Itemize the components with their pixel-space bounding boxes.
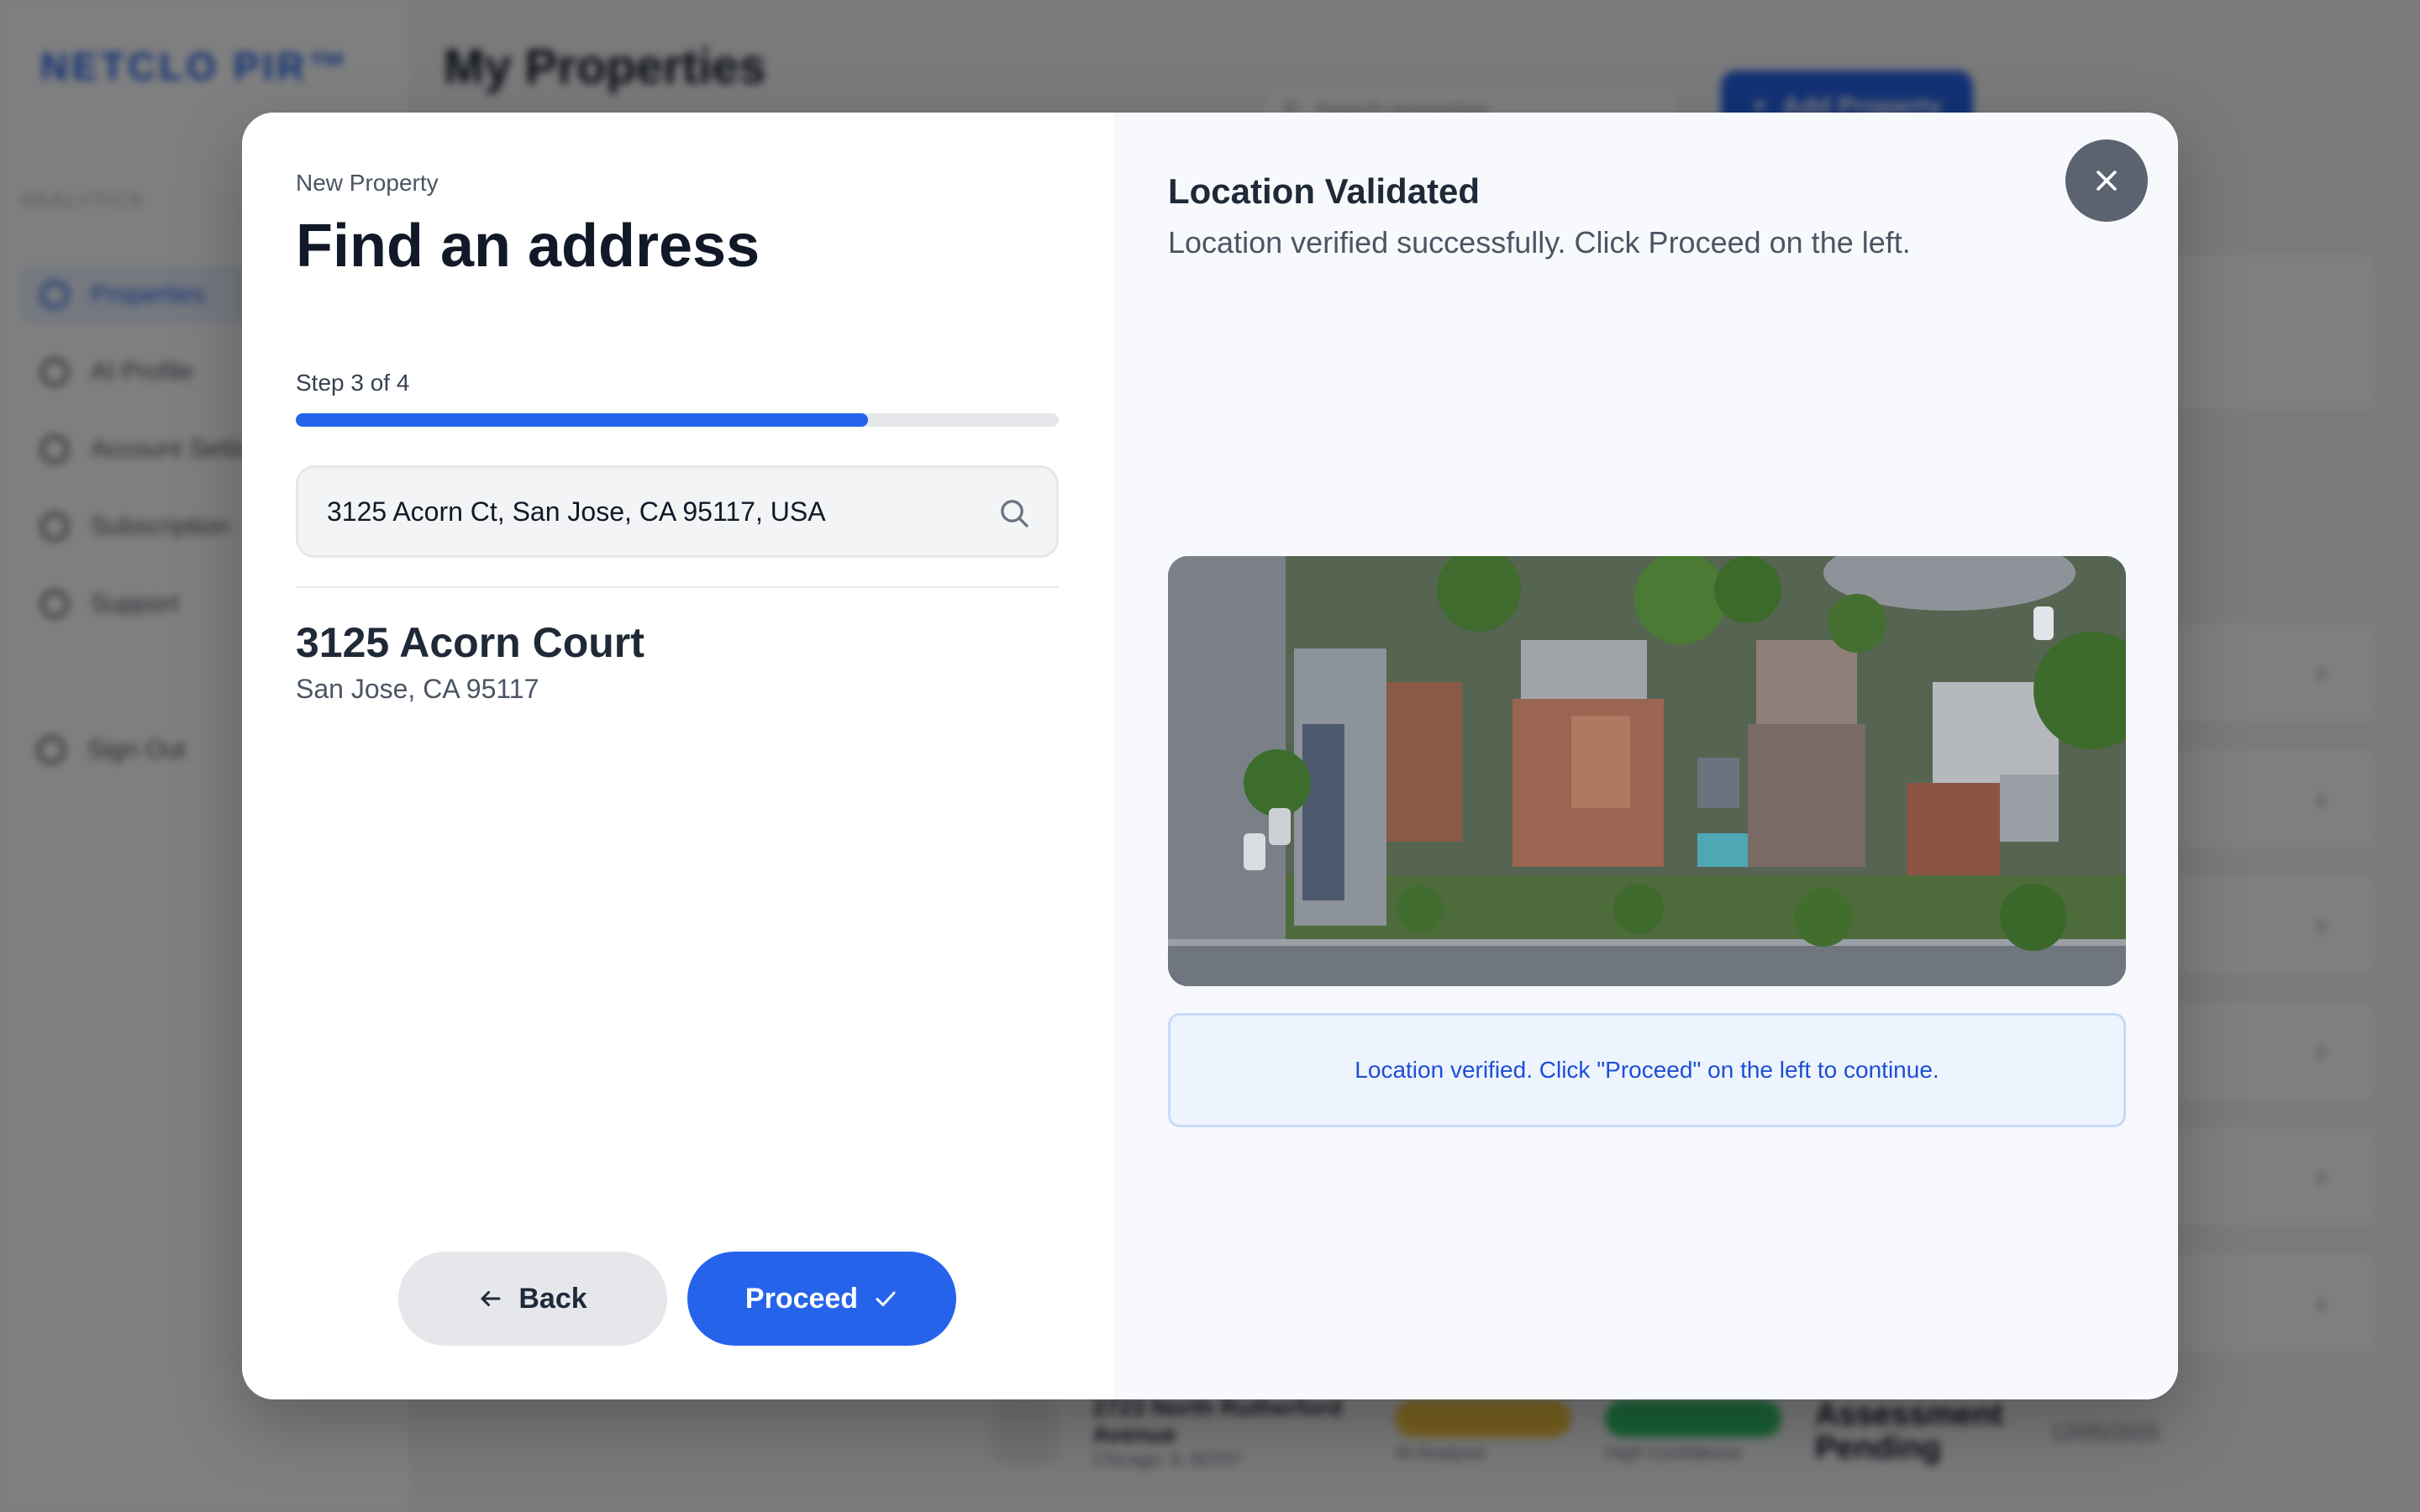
close-icon	[2096, 171, 2117, 191]
selected-address-title[interactable]: 3125 Acorn Court	[296, 618, 644, 667]
address-input[interactable]	[298, 468, 1056, 555]
progress-bar	[296, 413, 1059, 427]
alert-text: Location verified. Click "Proceed" on th…	[1355, 1057, 1939, 1083]
divider	[296, 586, 1059, 588]
address-pane: New Property Find an address Step 3 of 4…	[242, 113, 1114, 1399]
proceed-button[interactable]: Proceed	[687, 1252, 956, 1346]
step-indicator: Step 3 of 4	[296, 370, 410, 396]
back-button-label: Back	[518, 1282, 587, 1315]
close-button[interactable]	[2065, 139, 2148, 222]
search-icon[interactable]	[997, 496, 1031, 530]
location-verified-alert: Location verified. Click "Proceed" on th…	[1168, 1013, 2126, 1127]
modal-eyebrow: New Property	[296, 170, 439, 196]
back-button[interactable]: Back	[398, 1252, 667, 1346]
progress-fill	[296, 413, 868, 427]
arrow-left-icon	[481, 1291, 501, 1306]
address-search-field	[296, 465, 1059, 558]
location-subtitle: Location verified successfully. Click Pr…	[1168, 225, 1911, 260]
satellite-map-graphic	[1168, 556, 2126, 986]
modal-heading: Find an address	[296, 213, 760, 280]
check-icon	[876, 1291, 896, 1306]
satellite-map-image	[1168, 556, 2126, 986]
new-property-modal: New Property Find an address Step 3 of 4…	[242, 113, 2178, 1399]
proceed-button-label: Proceed	[744, 1282, 859, 1315]
location-title: Location Validated	[1168, 171, 1481, 211]
location-pane: Location Validated Location verified suc…	[1114, 113, 2178, 1399]
selected-address-subtitle: San Jose, CA 95117	[296, 674, 539, 704]
